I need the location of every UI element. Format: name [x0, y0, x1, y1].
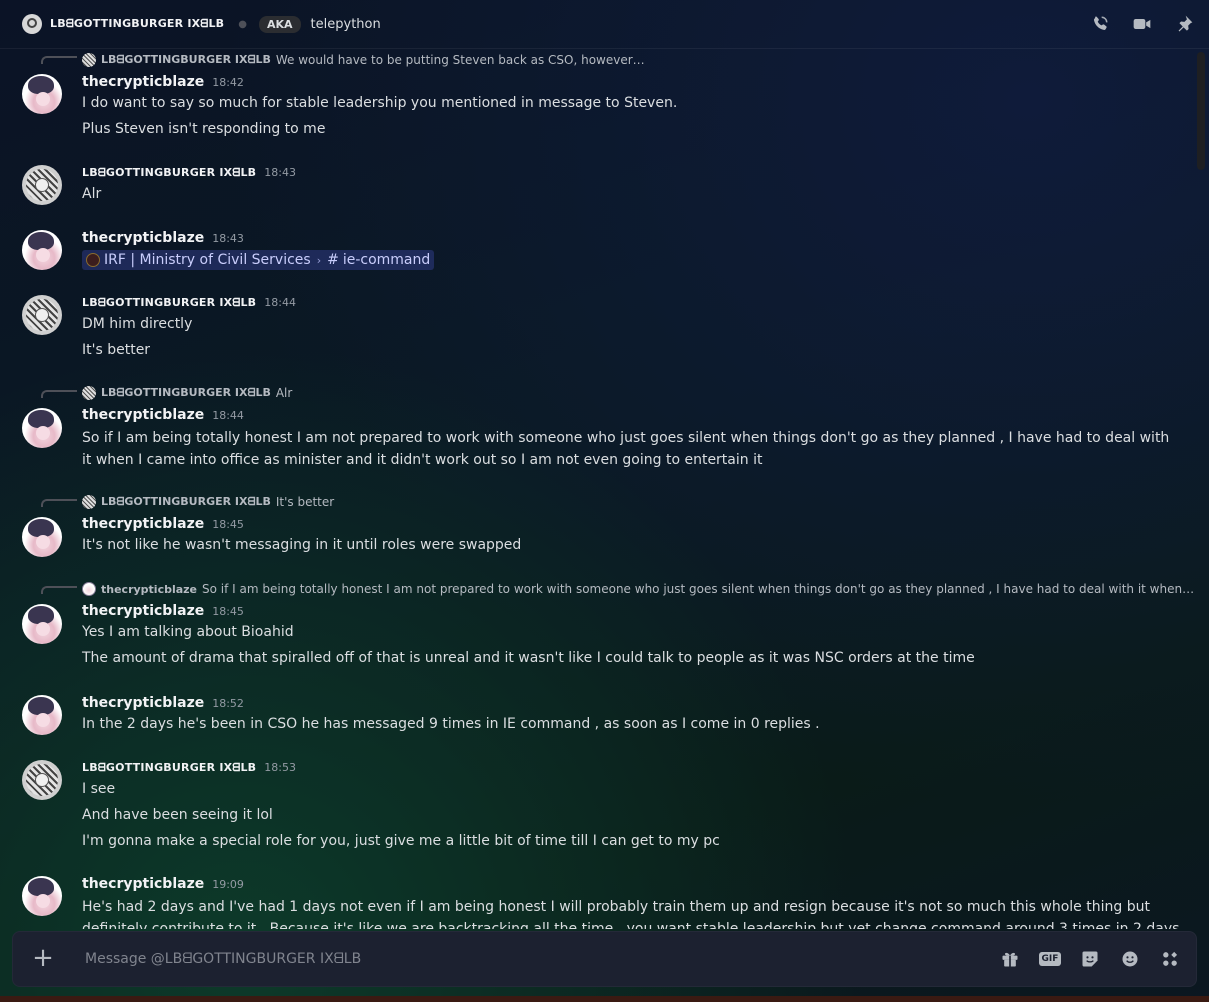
voice-call-icon[interactable]	[1089, 13, 1111, 35]
reply-preview[interactable]: LBᗺGOTTINGBURGER IXᗺLB It's better	[82, 493, 334, 511]
server-icon	[86, 253, 100, 267]
message-text: He's had 2 days and I've had 1 days not …	[82, 899, 1180, 929]
reply-connector	[41, 390, 77, 398]
message-timestamp: 18:43	[264, 166, 296, 179]
avatar[interactable]	[22, 230, 62, 270]
message-timestamp: 18:45	[212, 518, 244, 531]
aka-badge: AKA	[258, 15, 301, 33]
message-author[interactable]: thecrypticblaze	[82, 230, 204, 246]
header-avatar[interactable]	[22, 14, 42, 34]
avatar[interactable]	[22, 74, 62, 114]
message-text: So if I am being totally honest I am not…	[82, 430, 1170, 468]
hashtag-icon: #	[327, 252, 339, 268]
message-text: In the 2 days he's been in CSO he has me…	[82, 716, 820, 732]
message-composer: + GIF	[12, 931, 1197, 987]
message-author[interactable]: thecrypticblaze	[82, 876, 204, 892]
reply-avatar	[82, 495, 96, 509]
reply-avatar	[82, 386, 96, 400]
message-text: And have been seeing it lol	[82, 807, 273, 823]
gift-icon[interactable]	[998, 947, 1022, 971]
message-author[interactable]: thecrypticblaze	[82, 74, 204, 90]
message-timestamp: 19:09	[212, 878, 244, 891]
message-timestamp: 18:44	[264, 296, 296, 309]
message-text: I see	[82, 781, 116, 797]
channel-mention-server[interactable]: IRF | Ministry of Civil Services	[104, 252, 311, 268]
reply-preview[interactable]: LBᗺGOTTINGBURGER IXᗺLB We would have to …	[82, 51, 645, 69]
header-username[interactable]: LBᗺGOTTINGBURGER IXᗺLB	[50, 17, 224, 31]
reply-author[interactable]: LBᗺGOTTINGBURGER IXᗺLB	[101, 53, 271, 67]
message-timestamp: 18:43	[212, 232, 244, 245]
reply-connector	[41, 586, 77, 594]
avatar[interactable]	[22, 517, 62, 557]
message-timestamp: 18:53	[264, 761, 296, 774]
message-author[interactable]: LBᗺGOTTINGBURGER IXᗺLB	[82, 166, 256, 180]
sticker-icon[interactable]	[1078, 947, 1102, 971]
reply-author[interactable]: LBᗺGOTTINGBURGER IXᗺLB	[101, 495, 271, 509]
dm-header: LBᗺGOTTINGBURGER IXᗺLB ● AKA telepython	[0, 0, 1209, 49]
channel-mention-name[interactable]: ie-command	[343, 252, 430, 268]
reply-avatar	[82, 582, 96, 596]
message-author[interactable]: LBᗺGOTTINGBURGER IXᗺLB	[82, 296, 256, 310]
reply-text[interactable]: It's better	[276, 495, 334, 509]
pinned-messages-icon[interactable]	[1173, 13, 1195, 35]
reply-connector	[41, 56, 77, 64]
message-timestamp: 18:45	[212, 605, 244, 618]
message-timestamp: 18:42	[212, 76, 244, 89]
message-author[interactable]: thecrypticblaze	[82, 695, 204, 711]
reply-text[interactable]: We would have to be putting Steven back …	[276, 53, 645, 67]
channel-mention[interactable]: IRF | Ministry of Civil Services › # ie-…	[82, 250, 435, 271]
message-text: I do want to say so much for stable lead…	[82, 95, 678, 111]
message-text: Alr	[82, 186, 102, 202]
message-text: Yes I am talking about Bioahid	[82, 624, 294, 640]
message-author[interactable]: thecrypticblaze	[82, 407, 204, 423]
message-text: DM him directly	[82, 316, 193, 332]
reply-text[interactable]: So if I am being totally honest I am not…	[202, 582, 1194, 596]
message-input[interactable]	[83, 950, 998, 968]
reply-avatar	[82, 53, 96, 67]
reply-preview[interactable]: LBᗺGOTTINGBURGER IXᗺLB Alr	[82, 384, 292, 402]
gif-icon[interactable]: GIF	[1038, 947, 1062, 971]
message-text: The amount of drama that spiralled off o…	[82, 650, 975, 666]
message-list: LBᗺGOTTINGBURGER IXᗺLB We would have to …	[0, 49, 1209, 929]
header-alias: telepython	[310, 16, 381, 32]
reply-connector	[41, 499, 77, 507]
header-separator-dot: ●	[238, 18, 247, 30]
avatar[interactable]	[22, 165, 62, 205]
message-text: It's not like he wasn't messaging in it …	[82, 537, 522, 553]
video-call-icon[interactable]	[1131, 13, 1153, 35]
message-timestamp: 18:52	[212, 697, 244, 710]
reply-preview[interactable]: thecrypticblaze So if I am being totally…	[82, 580, 1194, 598]
avatar[interactable]	[22, 295, 62, 335]
avatar[interactable]	[22, 408, 62, 448]
message-author[interactable]: thecrypticblaze	[82, 603, 204, 619]
emoji-icon[interactable]	[1118, 947, 1142, 971]
avatar[interactable]	[22, 695, 62, 735]
message-text: I'm gonna make a special role for you, j…	[82, 833, 720, 849]
message-timestamp: 18:44	[212, 409, 244, 422]
message-text: Plus Steven isn't responding to me	[82, 121, 326, 137]
message-author[interactable]: LBᗺGOTTINGBURGER IXᗺLB	[82, 761, 256, 775]
message-text: It's better	[82, 342, 151, 358]
add-attachment-button[interactable]: +	[31, 945, 55, 971]
reply-text[interactable]: Alr	[276, 386, 292, 400]
message-author[interactable]: thecrypticblaze	[82, 516, 204, 532]
reply-author[interactable]: thecrypticblaze	[101, 583, 197, 596]
apps-icon[interactable]	[1158, 947, 1182, 971]
window-bottom-edge	[0, 996, 1209, 1002]
avatar[interactable]	[22, 604, 62, 644]
reply-author[interactable]: LBᗺGOTTINGBURGER IXᗺLB	[101, 386, 271, 400]
chevron-right-icon: ›	[316, 253, 322, 267]
avatar[interactable]	[22, 760, 62, 800]
avatar[interactable]	[22, 876, 62, 916]
